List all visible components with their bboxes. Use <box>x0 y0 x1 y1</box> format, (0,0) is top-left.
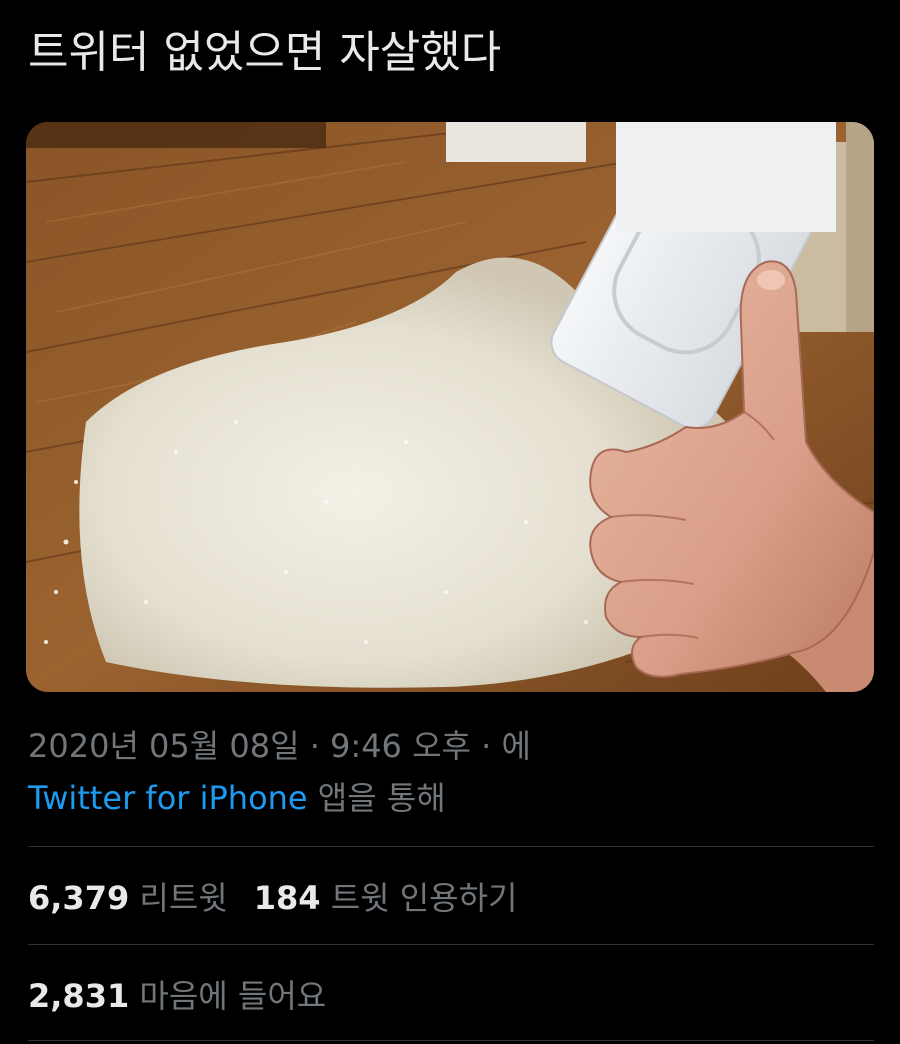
divider-top <box>28 846 874 847</box>
divider-middle <box>28 944 874 945</box>
source-suffix: 앱을 통해 <box>307 779 446 817</box>
tweet-source-line: Twitter for iPhone 앱을 통해 <box>28 772 531 824</box>
likes-row: 2,831 마음에 들어요 <box>28 970 326 1022</box>
retweets-label: 리트윗 <box>129 879 228 917</box>
quotes-count: 184 <box>253 879 321 917</box>
retweets-count: 6,379 <box>28 879 130 917</box>
likes-label: 마음에 들어요 <box>129 977 327 1015</box>
tweet-photo[interactable] <box>26 122 874 692</box>
tweet-meta: 2020년 05월 08일 · 9:46 오후 · 에 Twitter for … <box>28 720 531 824</box>
divider-bottom <box>28 1040 874 1041</box>
quotes-label: 트윗 인용하기 <box>320 879 518 917</box>
retweets-stat[interactable]: 6,379 리트윗 <box>28 872 228 924</box>
source-app-link[interactable]: Twitter for iPhone <box>28 779 308 817</box>
tweet-timestamp[interactable]: 2020년 05월 08일 · 9:46 오후 · 에 <box>28 720 531 772</box>
quotes-stat[interactable]: 184 트윗 인용하기 <box>254 872 518 924</box>
tweet-text: 트위터 없었으면 자살했다 <box>28 27 502 78</box>
likes-stat[interactable]: 2,831 마음에 들어요 <box>28 970 326 1022</box>
photo-illustration <box>26 122 874 692</box>
likes-count: 2,831 <box>28 977 130 1015</box>
engagement-stats: 6,379 리트윗 184 트윗 인용하기 <box>28 872 518 924</box>
